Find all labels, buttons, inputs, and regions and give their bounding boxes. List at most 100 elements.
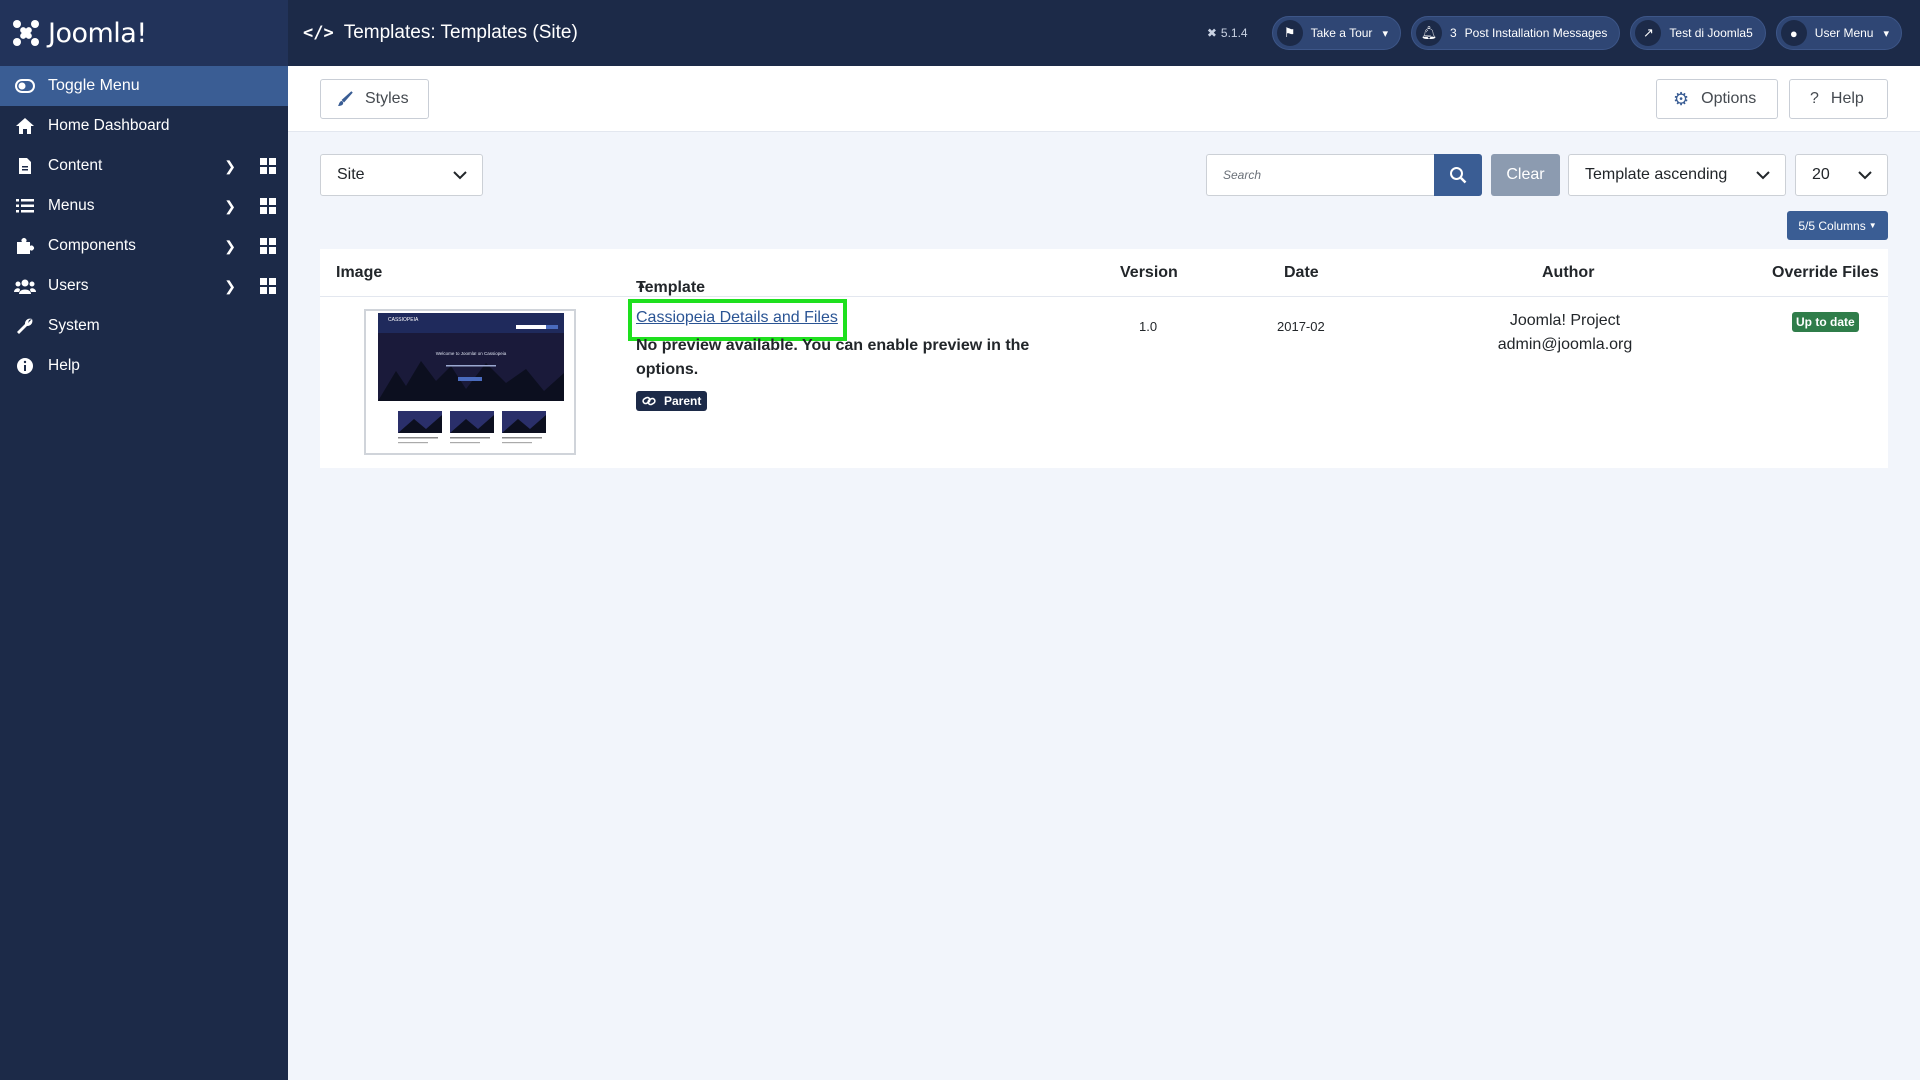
wrench-icon (14, 317, 36, 335)
take-a-tour-button[interactable]: ⚑ Take a Tour ▾ (1271, 16, 1401, 50)
joomla-small-icon: ✖ (1206, 26, 1217, 40)
sidebar-item-help[interactable]: Help (0, 346, 288, 386)
site-label: Test di Joomla5 (1669, 26, 1753, 40)
sidebar-item-label: System (48, 317, 100, 334)
override-status-badge: Up to date (1792, 312, 1859, 332)
paint-brush-icon (338, 91, 353, 106)
chevron-down-icon (1858, 171, 1872, 180)
options-button[interactable]: ⚙ Options (1656, 79, 1778, 119)
sidebar-item-components[interactable]: Components ❯ (0, 226, 288, 266)
user-menu-label: User Menu (1814, 26, 1874, 40)
client-select-value: Site (337, 166, 365, 183)
external-link-icon: ↗ (1635, 20, 1662, 46)
styles-button[interactable]: Styles (320, 79, 429, 119)
column-header-date: Date (1284, 264, 1319, 281)
page-title: </> Templates: Templates (Site) (303, 22, 578, 44)
dashboard-grid-icon[interactable] (260, 158, 276, 174)
brand-name: Joomla! (48, 17, 147, 49)
template-details-link[interactable]: Cassiopeia Details and Files (636, 309, 838, 327)
top-header: Joomla! </> Templates: Templates (Site) … (0, 0, 1920, 66)
columns-label: 5/5 Columns (1798, 218, 1866, 233)
dashboard-grid-icon[interactable] (260, 278, 276, 294)
table-header: Image Template ▲ Version Date Author Ove… (320, 249, 1888, 297)
signpost-icon: ⚑ (1276, 20, 1303, 46)
columns-toggle-button[interactable]: 5/5 Columns ▼ (1787, 211, 1888, 240)
brand[interactable]: Joomla! (0, 0, 288, 66)
client-select[interactable]: Site (320, 154, 483, 196)
post-installation-label: Post Installation Messages (1464, 26, 1608, 40)
options-label: Options (1701, 90, 1757, 107)
template-date: 2017-02 (1277, 319, 1325, 334)
search-button[interactable] (1434, 154, 1482, 196)
take-a-tour-label: Take a Tour (1310, 26, 1373, 40)
puzzle-icon (14, 237, 36, 255)
dashboard-grid-icon[interactable] (260, 238, 276, 254)
ordering-select[interactable]: Template ascending (1568, 154, 1786, 196)
home-icon (14, 117, 36, 135)
ordering-select-value: Template ascending (1585, 166, 1728, 183)
header-actions: ✖ 5.1.4 ⚑ Take a Tour ▾ 🔔︎ 3 Post Instal… (1207, 16, 1920, 50)
chevron-down-icon (1756, 171, 1770, 180)
users-icon (14, 278, 36, 294)
user-menu-button[interactable]: ● User Menu ▾ (1775, 16, 1902, 50)
notification-count: 3 (1449, 26, 1457, 40)
sidebar-item-label: Toggle Menu (48, 77, 140, 94)
question-icon: ? (1810, 90, 1819, 107)
info-icon (14, 357, 36, 375)
search-input[interactable]: Search (1206, 154, 1434, 196)
column-header-override: Override Files (1772, 264, 1879, 281)
gear-icon: ⚙ (1673, 88, 1690, 109)
page-title-text: Templates: Templates (Site) (343, 22, 578, 43)
template-description: No preview available. You can enable pre… (636, 337, 1030, 378)
sidebar-item-home-dashboard[interactable]: Home Dashboard (0, 106, 288, 146)
sidebar-item-menus[interactable]: Menus ❯ (0, 186, 288, 226)
styles-label: Styles (365, 90, 409, 107)
chevron-down-icon: ▾ (1382, 27, 1388, 40)
version-info: ✖ 5.1.4 (1207, 26, 1248, 40)
code-icon: </> (303, 23, 334, 43)
template-thumbnail[interactable]: CASSIOPEIA Welcome to Joomla! on Cassiop… (364, 309, 576, 455)
list-icon (14, 199, 36, 213)
sidebar-item-label: Home Dashboard (48, 117, 170, 134)
templates-table: Image Template ▲ Version Date Author Ove… (320, 249, 1888, 468)
search-icon (1450, 167, 1467, 184)
parent-badge: Parent (636, 391, 708, 411)
clear-button[interactable]: Clear (1491, 154, 1560, 196)
sidebar-item-label: Help (48, 357, 80, 374)
chevron-down-icon (453, 171, 467, 180)
chevron-right-icon[interactable]: ❯ (224, 198, 236, 215)
toggle-icon (14, 79, 36, 93)
dashboard-grid-icon[interactable] (260, 198, 276, 214)
table-row: CASSIOPEIA Welcome to Joomla! on Cassiop… (320, 297, 1888, 467)
chevron-down-icon: ▾ (1883, 27, 1889, 40)
sidebar: Toggle Menu Home Dashboard Content ❯ Men… (0, 66, 288, 1080)
sidebar-item-users[interactable]: Users ❯ (0, 266, 288, 306)
template-preview-image: CASSIOPEIA Welcome to Joomla! on Cassiop… (366, 311, 574, 453)
sidebar-item-label: Menus (48, 197, 95, 214)
sidebar-item-label: Content (48, 157, 103, 174)
post-installation-button[interactable]: 🔔︎ 3 Post Installation Messages (1410, 16, 1621, 50)
chevron-right-icon[interactable]: ❯ (224, 158, 236, 175)
search-placeholder: Search (1223, 168, 1262, 182)
column-header-version: Version (1120, 264, 1178, 281)
view-site-button[interactable]: ↗ Test di Joomla5 (1630, 16, 1766, 50)
thumb-site-name: CASSIOPEIA (388, 317, 419, 323)
parent-badge-label: Parent (664, 394, 702, 408)
chevron-right-icon[interactable]: ❯ (224, 278, 236, 295)
caret-down-icon: ▼ (1868, 221, 1877, 230)
bell-icon: 🔔︎ (1415, 20, 1442, 46)
sidebar-item-content[interactable]: Content ❯ (0, 146, 288, 186)
chevron-right-icon[interactable]: ❯ (224, 238, 236, 255)
help-button[interactable]: ? Help (1789, 79, 1888, 119)
column-header-image: Image (336, 264, 383, 281)
toolbar: Styles ⚙ Options ? Help (288, 66, 1920, 132)
sidebar-item-label: Users (48, 277, 89, 294)
template-author: Joomla! Project admin@joomla.org (1465, 309, 1665, 357)
template-version: 1.0 (1139, 319, 1158, 334)
author-name: Joomla! Project (1509, 312, 1621, 329)
sidebar-item-system[interactable]: System (0, 306, 288, 346)
column-header-author: Author (1542, 264, 1595, 281)
limit-select[interactable]: 20 (1795, 154, 1888, 196)
sidebar-item-toggle-menu[interactable]: Toggle Menu (0, 66, 288, 106)
sidebar-item-label: Components (48, 237, 136, 254)
